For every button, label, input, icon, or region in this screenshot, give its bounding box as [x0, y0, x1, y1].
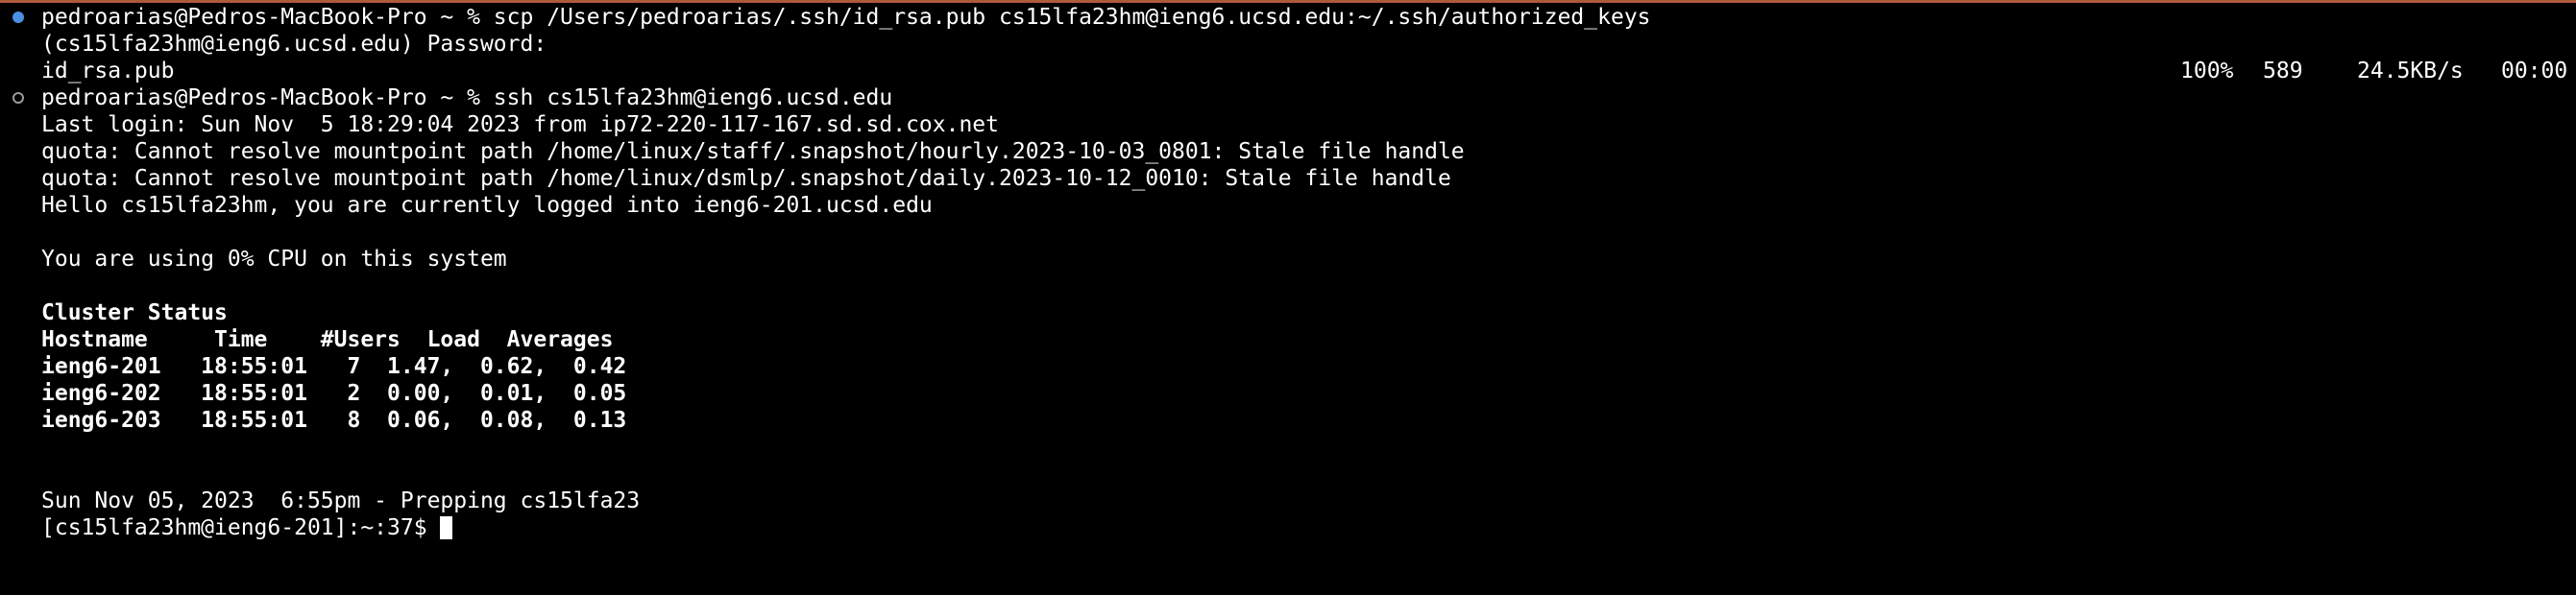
transfer-rate: 24.5KB/s — [2357, 59, 2464, 83]
ssh-command-text: pedroarias@Pedros-MacBook-Pro ~ % ssh cs… — [41, 85, 893, 110]
transfer-eta: 00:00 — [2501, 59, 2568, 83]
transfer-file-name: id_rsa.pub — [41, 59, 175, 83]
shell-prompt: [cs15lfa23hm@ieng6-201]:~:37$ — [41, 515, 441, 540]
cluster-table-row: ieng6-201 18:55:01 7 1.47, 0.62, 0.42 — [0, 353, 2576, 380]
hello-line: Hello cs15lfa23hm, you are currently log… — [0, 192, 2576, 219]
date-status-line: Sun Nov 05, 2023 6:55pm - Prepping cs15l… — [0, 488, 2576, 514]
cluster-table-row: ieng6-202 18:55:01 2 0.00, 0.01, 0.05 — [0, 380, 2576, 407]
quota-warning-text: quota: Cannot resolve mountpoint path /h… — [41, 139, 1465, 164]
terminal-window[interactable]: pedroarias@Pedros-MacBook-Pro ~ % scp /U… — [0, 0, 2576, 592]
cluster-table-header: Hostname Time #Users Load Averages — [0, 326, 2576, 353]
quota-warning-line: quota: Cannot resolve mountpoint path /h… — [0, 138, 2576, 165]
date-status-text: Sun Nov 05, 2023 6:55pm - Prepping cs15l… — [41, 488, 641, 513]
text-cursor[interactable] — [440, 516, 453, 539]
transfer-percent: 100% — [2180, 59, 2234, 83]
cluster-status-title-line: Cluster Status — [0, 299, 2576, 326]
hello-text: Hello cs15lfa23hm, you are currently log… — [41, 193, 933, 218]
scp-command-line: pedroarias@Pedros-MacBook-Pro ~ % scp /U… — [0, 4, 2576, 31]
quota-warning-text: quota: Cannot resolve mountpoint path /h… — [41, 166, 1451, 191]
cluster-row-text: ieng6-202 18:55:01 2 0.00, 0.01, 0.05 — [41, 381, 627, 406]
last-login-line: Last login: Sun Nov 5 18:29:04 2023 from… — [0, 111, 2576, 138]
cpu-usage-line: You are using 0% CPU on this system — [0, 246, 2576, 273]
password-prompt-line: (cs15lfa23hm@ieng6.ucsd.edu) Password: — [0, 31, 2576, 58]
shell-prompt-line[interactable]: [cs15lfa23hm@ieng6-201]:~:37$ — [0, 514, 2576, 541]
cluster-table-header-text: Hostname Time #Users Load Averages — [41, 327, 614, 352]
last-login-text: Last login: Sun Nov 5 18:29:04 2023 from… — [41, 112, 999, 137]
transfer-progress-line: id_rsa.pub 100% 589 24.5KB/s 00:00 — [0, 58, 2576, 84]
command-mark-icon[interactable] — [12, 12, 24, 23]
cluster-table-row: ieng6-203 18:55:01 8 0.06, 0.08, 0.13 — [0, 407, 2576, 434]
quota-warning-line: quota: Cannot resolve mountpoint path /h… — [0, 165, 2576, 192]
cpu-usage-text: You are using 0% CPU on this system — [41, 247, 507, 272]
cluster-row-text: ieng6-203 18:55:01 8 0.06, 0.08, 0.13 — [41, 408, 627, 433]
command-mark-icon[interactable] — [12, 92, 24, 104]
ssh-command-line: pedroarias@Pedros-MacBook-Pro ~ % ssh cs… — [0, 84, 2576, 111]
transfer-size: 589 — [2263, 59, 2303, 83]
password-prompt-text: (cs15lfa23hm@ieng6.ucsd.edu) Password: — [41, 32, 547, 57]
scp-command-text: pedroarias@Pedros-MacBook-Pro ~ % scp /U… — [41, 5, 1651, 30]
cluster-status-title: Cluster Status — [41, 300, 228, 325]
cluster-row-text: ieng6-201 18:55:01 7 1.47, 0.62, 0.42 — [41, 354, 627, 379]
